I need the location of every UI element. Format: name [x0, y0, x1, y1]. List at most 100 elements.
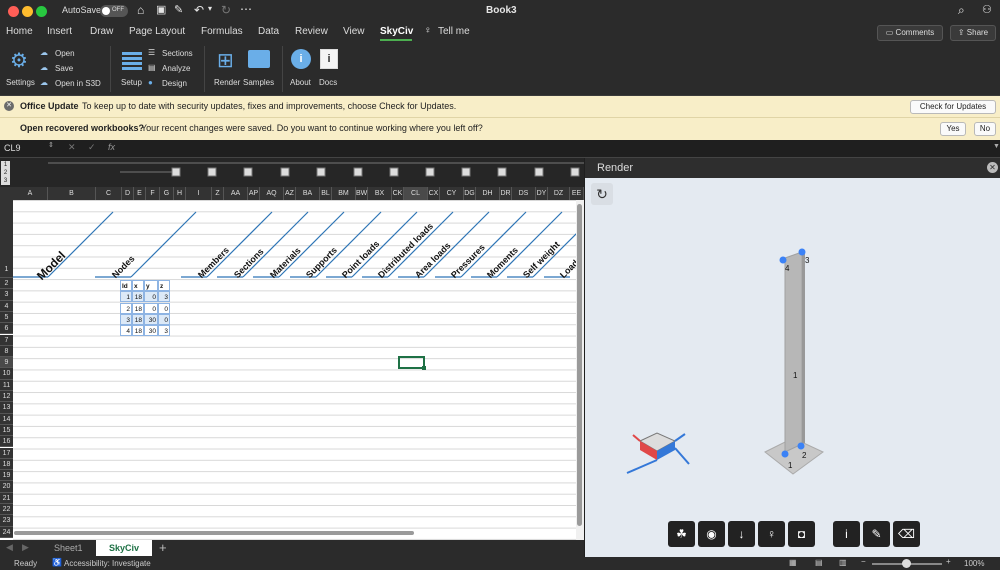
column-header[interactable]: CK — [392, 187, 404, 200]
row-header[interactable]: 9 — [0, 357, 13, 369]
render-button[interactable]: ⊞ Render — [212, 48, 242, 92]
selected-cell[interactable] — [398, 356, 426, 370]
formula-input[interactable] — [122, 141, 992, 156]
column-header[interactable]: A — [13, 187, 48, 200]
table-cell[interactable]: 0 — [158, 302, 170, 314]
layers-icon[interactable]: ☘ — [668, 521, 695, 547]
table-cell[interactable]: 30 — [144, 325, 158, 337]
table-cell[interactable]: 4 — [120, 325, 132, 337]
accessibility-status[interactable]: Accessibility: Investigate — [64, 559, 151, 568]
comments-button[interactable]: ▭ Comments — [877, 25, 943, 41]
column-header[interactable]: DZ — [548, 187, 570, 200]
table-cell[interactable]: 18 — [132, 325, 144, 337]
row-header[interactable]: 23 — [0, 515, 13, 527]
table-cell[interactable]: 2 — [120, 302, 132, 314]
table-cell[interactable]: 1 — [120, 291, 132, 303]
column-header[interactable]: BM — [332, 187, 356, 200]
spreadsheet-grid[interactable]: 1 2 3 A B C D E F G H I Z AA AP AQ AZ BA BL BM BW BX CK CL CX… — [0, 158, 584, 540]
row-header[interactable]: 6 — [0, 323, 13, 335]
row-header[interactable]: 21 — [0, 492, 13, 504]
yes-button[interactable]: Yes — [940, 122, 966, 136]
row-header[interactable]: 5 — [0, 311, 13, 324]
column-header[interactable]: CL — [404, 187, 428, 200]
column-header[interactable]: AA — [224, 187, 248, 200]
table-cell[interactable]: 18 — [132, 291, 144, 303]
setup-button[interactable]: Setup — [118, 48, 146, 92]
row-header[interactable]: 13 — [0, 402, 13, 414]
row-header[interactable]: 3 — [0, 289, 13, 301]
column-header[interactable]: BX — [368, 187, 392, 200]
eye-icon[interactable]: ◉ — [698, 521, 725, 547]
column-header[interactable]: H — [174, 187, 186, 200]
name-box[interactable]: CL9 — [4, 143, 21, 153]
row-header[interactable]: 22 — [0, 504, 13, 516]
settings-button[interactable]: ⚙ Settings — [4, 48, 36, 92]
column-header[interactable]: E — [134, 187, 146, 200]
scrollbar-thumb[interactable] — [577, 204, 582, 526]
row-header[interactable]: 11 — [0, 379, 13, 391]
pencil-icon[interactable]: ✎ — [863, 521, 890, 547]
column-header[interactable]: D — [122, 187, 134, 200]
more-icon[interactable]: ⋯ — [240, 2, 252, 16]
column-header[interactable]: DH — [476, 187, 500, 200]
column-header[interactable]: DS — [512, 187, 536, 200]
horizontal-scrollbar-thumb[interactable] — [14, 531, 414, 535]
tab-tell-me[interactable]: Tell me — [438, 26, 470, 37]
autosave-toggle[interactable]: OFF — [100, 5, 128, 17]
table-header-cell[interactable]: y — [144, 280, 158, 291]
table-header-cell[interactable]: Id — [120, 280, 132, 291]
normal-view-icon[interactable]: ▦ — [789, 558, 797, 567]
row-header[interactable]: 14 — [0, 413, 13, 425]
node-4[interactable] — [779, 256, 787, 264]
table-header-cell[interactable]: z — [158, 280, 170, 291]
table-cell[interactable]: 0 — [158, 313, 170, 325]
sheet-tab-sheet1[interactable]: Sheet1 — [54, 543, 83, 553]
sheet-tab-skyciv[interactable]: SkyCiv — [96, 540, 152, 556]
no-button[interactable]: No — [974, 122, 996, 136]
table-cell[interactable]: 18 — [132, 302, 144, 314]
page-break-view-icon[interactable]: ▥ — [839, 558, 847, 567]
column-member[interactable] — [784, 251, 803, 453]
node-1[interactable] — [781, 450, 789, 458]
share-button[interactable]: ⇪ Share — [950, 25, 996, 41]
tab-review[interactable]: Review — [295, 26, 328, 37]
tab-home[interactable]: Home — [6, 26, 33, 37]
zoom-slider-handle[interactable] — [902, 559, 911, 568]
column-header[interactable]: DY — [536, 187, 548, 200]
chevron-down-icon[interactable]: ▼ — [993, 143, 1000, 150]
vertical-scrollbar[interactable] — [576, 200, 584, 540]
minimize-window-button[interactable] — [22, 6, 33, 17]
column-header[interactable]: G — [160, 187, 174, 200]
column-header[interactable]: B — [48, 187, 96, 200]
column-header[interactable]: EE — [570, 187, 584, 200]
row-header[interactable]: 17 — [0, 447, 13, 459]
row-header[interactable]: 18 — [0, 458, 13, 471]
samples-button[interactable]: Samples — [242, 48, 276, 92]
search-icon[interactable]: ⌕ — [958, 3, 965, 18]
camera-icon[interactable]: ◘ — [788, 521, 815, 547]
row-header[interactable]: 7 — [0, 334, 13, 346]
table-cell[interactable]: 3 — [120, 313, 132, 325]
lightbulb-tool-icon[interactable]: ♀ — [758, 521, 785, 547]
table-cell[interactable]: 0 — [144, 291, 158, 303]
table-cell[interactable]: 18 — [132, 313, 144, 325]
row-header[interactable]: 15 — [0, 424, 13, 437]
docs-button[interactable]: i Docs — [316, 48, 344, 92]
prev-sheet-icon[interactable]: ◀ — [6, 542, 13, 553]
edit-icon[interactable]: ✎ — [174, 3, 183, 16]
share-person-icon[interactable]: ⚇ — [982, 3, 992, 16]
arrow-down-icon[interactable]: ↓ — [728, 521, 755, 547]
row-header[interactable]: 10 — [0, 368, 13, 380]
column-header[interactable]: AQ — [260, 187, 284, 200]
view-cube[interactable] — [626, 432, 690, 474]
home-icon[interactable]: ⌂ — [137, 3, 144, 17]
column-header[interactable]: CY — [440, 187, 464, 200]
close-window-button[interactable] — [8, 6, 19, 17]
table-cell[interactable]: 3 — [158, 325, 170, 337]
tab-skyciv[interactable]: SkyCiv — [380, 26, 413, 37]
row-header[interactable]: 12 — [0, 391, 13, 403]
next-sheet-icon[interactable]: ▶ — [22, 542, 29, 553]
zoom-slider[interactable] — [872, 559, 942, 568]
row-header[interactable]: 16 — [0, 436, 13, 448]
row-header[interactable]: 19 — [0, 470, 13, 482]
